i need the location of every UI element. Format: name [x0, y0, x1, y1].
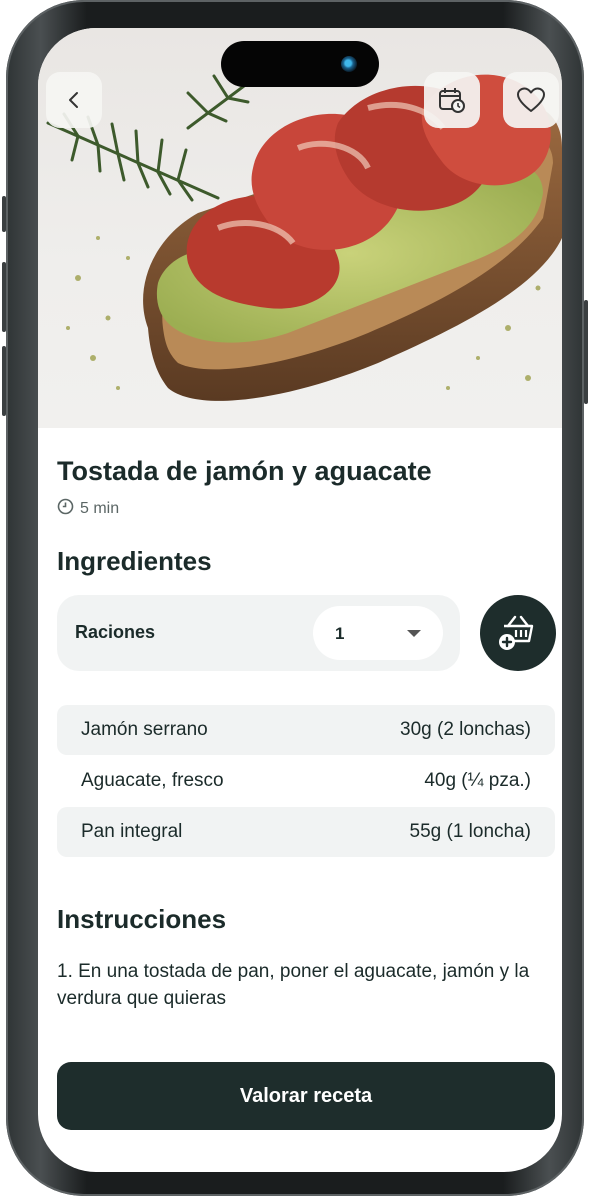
basket-plus-icon: [496, 609, 540, 658]
app-screen: Tostada de jamón y aguacate 5 min Ingred…: [38, 28, 562, 1172]
instructions-heading: Instrucciones: [57, 904, 227, 934]
ingredient-row: Jamón serrano 30g (2 lonchas): [57, 705, 555, 755]
ingredient-name: Jamón serrano: [81, 719, 208, 740]
volume-down-button: [2, 346, 6, 416]
ingredient-row: Pan integral 55g (1 loncha): [57, 807, 555, 857]
prep-time-value: 5 min: [80, 500, 120, 517]
servings-label: Raciones: [75, 622, 156, 642]
ingredient-name: Aguacate, fresco: [81, 770, 224, 791]
power-button: [584, 300, 588, 404]
phone-frame: Tostada de jamón y aguacate 5 min Ingred…: [2, 0, 588, 1196]
servings-select[interactable]: 1: [313, 606, 443, 660]
clock-icon: [57, 498, 80, 520]
dynamic-island: [221, 41, 379, 87]
ingredient-name: Pan integral: [81, 821, 183, 842]
prep-time: 5 min: [57, 498, 119, 520]
volume-up-button: [2, 262, 6, 332]
add-to-calendar-button[interactable]: [424, 72, 480, 128]
ingredient-row: Aguacate, fresco 40g (¼ pza.): [57, 756, 555, 806]
favorite-button[interactable]: [503, 72, 559, 128]
ingredients-heading: Ingredientes: [57, 546, 212, 576]
ingredient-amount: 55g (1 loncha): [409, 821, 531, 842]
chevron-down-icon: [407, 630, 421, 637]
servings-value: 1: [335, 624, 345, 643]
ingredient-amount: 40g (¼ pza.): [424, 770, 531, 791]
add-to-shopping-list-button[interactable]: [480, 595, 556, 671]
recipe-photo: [38, 28, 562, 428]
calendar-clock-icon: [437, 85, 467, 115]
recipe-title: Tostada de jamón y aguacate: [57, 456, 432, 486]
servings-box: Raciones 1: [57, 595, 460, 671]
instructions-text: 1. En una tostada de pan, poner el aguac…: [57, 961, 530, 1009]
chevron-left-icon: [63, 89, 85, 111]
mute-switch: [2, 196, 6, 232]
ingredient-amount: 30g (2 lonchas): [400, 719, 531, 740]
rate-recipe-button[interactable]: Valorar receta: [57, 1062, 555, 1130]
front-camera: [341, 56, 357, 72]
back-button[interactable]: [46, 72, 102, 128]
heart-icon: [516, 86, 546, 114]
